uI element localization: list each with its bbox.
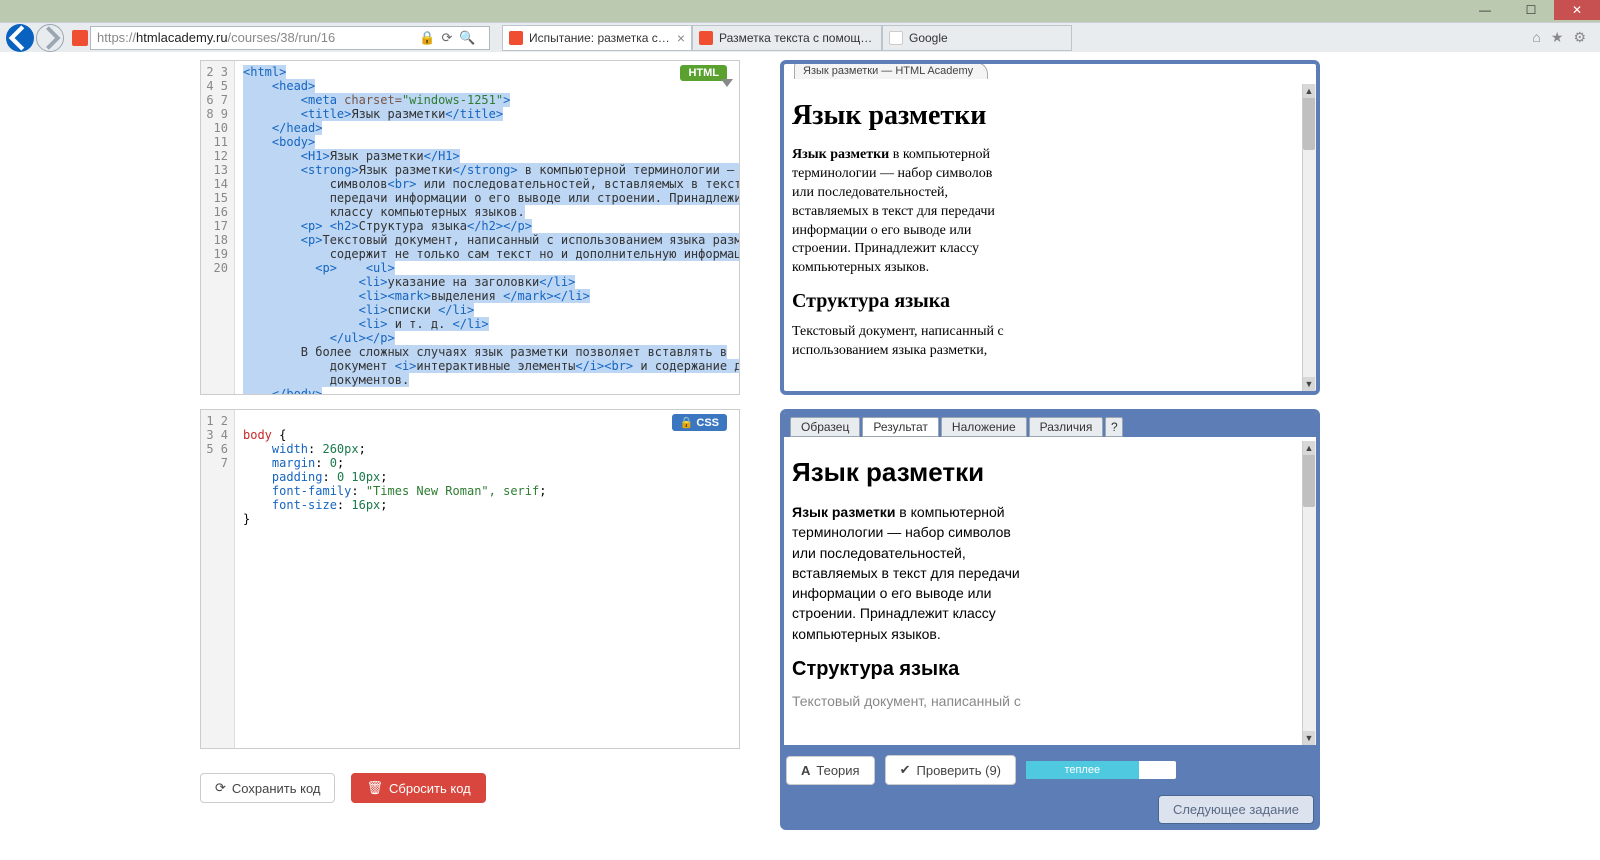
check-icon: ✔ xyxy=(900,762,911,778)
button-label: Сбросить код xyxy=(389,781,471,796)
preview-output: Язык разметки — HTML Academy ▲ ▼ Язык ра… xyxy=(780,60,1320,395)
preview-h1: Язык разметки xyxy=(792,457,1026,488)
html-gutter: 2 3 4 5 6 7 8 9 10 11 12 13 14 15 16 17 … xyxy=(201,61,235,394)
preview-body: Язык разметки Язык разметки в компьютерн… xyxy=(784,84,1014,391)
left-bottom-buttons: ⟳ Сохранить код 🗑 Сбросить код xyxy=(200,763,740,813)
button-label: Проверить (9) xyxy=(917,763,1002,778)
reset-code-button[interactable]: 🗑 Сбросить код xyxy=(351,773,485,803)
browser-tool-icons: ⌂ ★ ⚙ xyxy=(1532,29,1594,46)
scrollbar[interactable] xyxy=(1302,84,1316,391)
browser-tab-0[interactable]: Испытание: разметка стат... × xyxy=(502,25,692,51)
preview-mode-tabs: Образец Результат Наложение Различия ? xyxy=(784,413,1316,437)
css-gutter: 1 2 3 4 5 6 7 xyxy=(201,410,235,748)
tab-result[interactable]: Результат xyxy=(862,417,939,437)
scroll-down-icon[interactable]: ▼ xyxy=(1303,377,1315,391)
window-close-button[interactable]: ✕ xyxy=(1554,0,1600,20)
window-titlebar: — ☐ ✕ xyxy=(0,0,1600,22)
tab-label: Разметка текста с помощью ... xyxy=(719,31,875,45)
progress-bar: теплее xyxy=(1026,761,1176,779)
arrow-left-icon xyxy=(6,24,34,52)
scroll-down-icon[interactable]: ▼ xyxy=(1303,731,1315,745)
preview-p2: Текстовый документ, написанный с xyxy=(792,691,1026,711)
button-label: Теория xyxy=(816,763,859,778)
preview-body: Язык разметки Язык разметки в компьютерн… xyxy=(784,441,1034,745)
refresh-icon[interactable]: ⟳ xyxy=(439,30,455,46)
font-icon: A xyxy=(801,763,810,778)
browser-tabs: Испытание: разметка стат... × Разметка т… xyxy=(502,25,1072,51)
home-icon[interactable]: ⌂ xyxy=(1532,29,1540,46)
preview-p1: Язык разметки в компьютерной терминологи… xyxy=(792,502,1026,644)
tab-diff[interactable]: Различия xyxy=(1029,417,1104,437)
star-icon[interactable]: ★ xyxy=(1551,29,1564,46)
preview-tab-title: Язык разметки — HTML Academy xyxy=(794,62,988,79)
lock-icon: 🔒 xyxy=(419,30,435,46)
save-code-button[interactable]: ⟳ Сохранить код xyxy=(200,773,335,803)
preview-footer-bar: A Теория ✔ Проверить (9) теплее Следующе… xyxy=(780,749,1320,830)
theory-button[interactable]: A Теория xyxy=(786,756,875,785)
tab-label: Испытание: разметка стат... xyxy=(529,31,671,45)
search-icon[interactable]: 🔍 xyxy=(459,30,475,46)
preview-p2: Текстовый документ, написанный с использ… xyxy=(792,323,1006,361)
page-content: HTML 2 3 4 5 6 7 8 9 10 11 12 13 14 15 1… xyxy=(0,52,1600,860)
url-path: /courses/38/run/16 xyxy=(228,30,336,45)
url-tools: 🔒 ⟳ 🔍 xyxy=(419,30,475,46)
tab-overlay[interactable]: Наложение xyxy=(941,417,1027,437)
url-host: htmlacademy.ru xyxy=(136,30,228,45)
site-favicon-icon xyxy=(72,30,88,46)
tab-favicon-icon xyxy=(889,31,903,45)
preview-h1: Язык разметки xyxy=(792,100,1006,132)
scrollbar-thumb[interactable] xyxy=(1303,447,1315,507)
gear-icon[interactable]: ⚙ xyxy=(1573,29,1586,46)
preview-h2: Структура языка xyxy=(792,290,1006,313)
browser-toolbar: https://htmlacademy.ru/courses/38/run/16… xyxy=(0,22,1600,52)
next-task-button[interactable]: Следующее задание xyxy=(1158,795,1314,824)
preview-h2: Структура языка xyxy=(792,658,1026,681)
css-editor[interactable]: 🔒CSS 1 2 3 4 5 6 7 body { width: 260px; … xyxy=(200,409,740,749)
tab-help[interactable]: ? xyxy=(1105,417,1123,437)
browser-tab-2[interactable]: Google xyxy=(882,25,1072,51)
scrollbar-thumb[interactable] xyxy=(1303,90,1315,150)
tab-favicon-icon xyxy=(509,31,523,45)
browser-tab-1[interactable]: Разметка текста с помощью ... xyxy=(692,25,882,51)
arrow-right-icon xyxy=(37,25,63,51)
back-button[interactable] xyxy=(6,24,34,52)
tab-sample[interactable]: Образец xyxy=(790,417,860,437)
url-protocol: https:// xyxy=(97,30,136,45)
tab-label: Google xyxy=(909,31,1065,45)
css-code-area[interactable]: body { width: 260px; margin: 0; padding:… xyxy=(235,410,739,748)
left-column: HTML 2 3 4 5 6 7 8 9 10 11 12 13 14 15 1… xyxy=(200,60,740,860)
tab-favicon-icon xyxy=(699,31,713,45)
forward-button[interactable] xyxy=(36,24,64,52)
scroll-up-icon[interactable]: ▲ xyxy=(1303,441,1315,455)
address-bar[interactable]: https://htmlacademy.ru/courses/38/run/16… xyxy=(90,26,490,50)
scroll-up-icon[interactable]: ▲ xyxy=(1303,84,1315,98)
window-minimize-button[interactable]: — xyxy=(1462,0,1508,20)
button-label: Сохранить код xyxy=(232,781,321,796)
window-maximize-button[interactable]: ☐ xyxy=(1508,0,1554,20)
progress-fill: теплее xyxy=(1026,761,1139,779)
right-column: Язык разметки — HTML Academy ▲ ▼ Язык ра… xyxy=(780,60,1320,860)
html-code-area[interactable]: <html> <head> <meta charset="windows-125… xyxy=(235,61,739,394)
html-editor[interactable]: HTML 2 3 4 5 6 7 8 9 10 11 12 13 14 15 1… xyxy=(200,60,740,395)
preview-p1: Язык разметки в компьютерной терминологи… xyxy=(792,146,1006,278)
check-button[interactable]: ✔ Проверить (9) xyxy=(885,755,1016,785)
preview-reference: Образец Результат Наложение Различия ? ▲… xyxy=(780,409,1320,749)
tab-close-icon[interactable]: × xyxy=(677,30,685,46)
scrollbar[interactable] xyxy=(1302,441,1316,745)
refresh-icon: ⟳ xyxy=(215,780,226,796)
trash-icon: 🗑 xyxy=(366,780,383,796)
